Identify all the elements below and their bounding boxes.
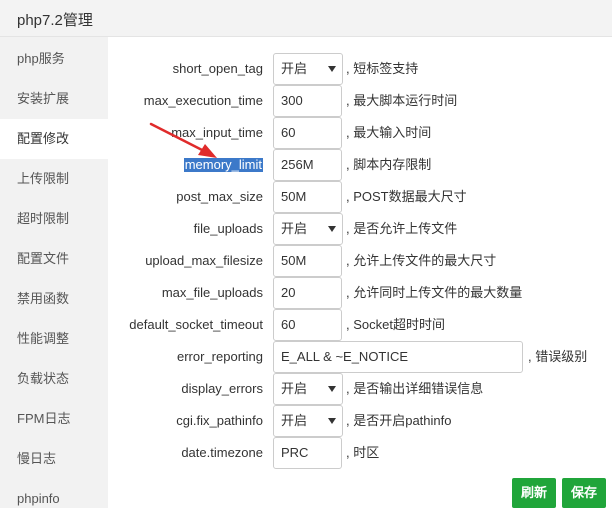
upload-max-filesize-input[interactable]: 50M [273,245,342,277]
config-description: , 允许上传文件的最大尺寸 [346,253,497,268]
refresh-button[interactable]: 刷新 [512,478,557,508]
annotation-arrow-icon [149,122,217,158]
config-description: , 允许同时上传文件的最大数量 [346,285,523,300]
config-row-max-execution-time: max_execution_time 300 , 最大脚本运行时间 [108,85,612,117]
sidebar-item-timeout-limit[interactable]: 超时限制 [0,199,108,239]
sidebar-item-fpm-log[interactable]: FPM日志 [0,399,108,439]
config-row-short-open-tag: short_open_tag 开启 , 短标签支持 [108,53,612,85]
config-description: , 最大输入时间 [346,125,432,140]
chevron-down-icon [328,66,336,72]
max-input-time-input[interactable]: 60 [273,117,342,149]
file-uploads-select[interactable]: 开启 [273,213,343,245]
config-row-file-uploads: file_uploads 开启 , 是否允许上传文件 [108,213,612,245]
config-label: default_socket_timeout [129,317,263,332]
memory-limit-input[interactable]: 256M [273,149,342,181]
config-description: , 短标签支持 [346,61,419,76]
window-title: php7.2管理 [17,12,93,29]
save-button[interactable]: 保存 [562,478,607,508]
config-row-post-max-size: post_max_size 50M , POST数据最大尺寸 [108,181,612,213]
config-description: , POST数据最大尺寸 [346,189,467,204]
post-max-size-input[interactable]: 50M [273,181,342,213]
sidebar-item-php-service[interactable]: php服务 [0,39,108,79]
sidebar-item-performance-tuning[interactable]: 性能调整 [0,319,108,359]
select-value: 开启 [281,381,308,396]
config-label: short_open_tag [172,61,263,76]
max-file-uploads-input[interactable]: 20 [273,277,342,309]
config-description: , 脚本内存限制 [346,157,432,172]
config-label: post_max_size [176,189,263,204]
config-row-error-reporting: error_reporting E_ALL & ~E_NOTICE , 错误级别 [108,341,612,373]
sidebar-item-load-status[interactable]: 负载状态 [0,359,108,399]
error-reporting-input[interactable]: E_ALL & ~E_NOTICE [273,341,523,373]
config-label: upload_max_filesize [145,253,263,268]
chevron-down-icon [328,418,336,424]
config-description: , 是否开启pathinfo [346,413,452,428]
select-value: 开启 [281,61,308,76]
max-execution-time-input[interactable]: 300 [273,85,342,117]
config-row-max-file-uploads: max_file_uploads 20 , 允许同时上传文件的最大数量 [108,277,612,309]
config-description: , 最大脚本运行时间 [346,93,458,108]
config-description: , 错误级别 [528,349,588,364]
config-label: display_errors [181,381,263,396]
config-description: , 是否输出详细错误信息 [346,381,484,396]
sidebar-item-phpinfo[interactable]: phpinfo [0,479,108,519]
config-label: date.timezone [181,445,263,460]
cgi-fix-pathinfo-select[interactable]: 开启 [273,405,343,437]
config-description: , 是否允许上传文件 [346,221,458,236]
select-value: 开启 [281,221,308,236]
select-value: 开启 [281,413,308,428]
sidebar-item-config-edit[interactable]: 配置修改 [0,119,108,159]
sidebar-item-upload-limit[interactable]: 上传限制 [0,159,108,199]
window-titlebar: php7.2管理 [0,0,612,37]
sidebar-item-config-file[interactable]: 配置文件 [0,239,108,279]
config-label: error_reporting [177,349,263,364]
config-description: , Socket超时时间 [346,317,445,332]
short-open-tag-select[interactable]: 开启 [273,53,343,85]
sidebar-item-disabled-functions[interactable]: 禁用函数 [0,279,108,319]
display-errors-select[interactable]: 开启 [273,373,343,405]
config-label: max_execution_time [143,93,263,108]
chevron-down-icon [328,226,336,232]
sidebar-item-install-extensions[interactable]: 安装扩展 [0,79,108,119]
config-label: max_file_uploads [161,285,263,300]
config-description: , 时区 [346,445,380,460]
default-socket-timeout-input[interactable]: 60 [273,309,342,341]
date-timezone-input[interactable]: PRC [273,437,342,469]
config-row-default-socket-timeout: default_socket_timeout 60 , Socket超时时间 [108,309,612,341]
config-row-upload-max-filesize: upload_max_filesize 50M , 允许上传文件的最大尺寸 [108,245,612,277]
config-label: cgi.fix_pathinfo [176,413,263,428]
chevron-down-icon [328,386,336,392]
sidebar: php服务 安装扩展 配置修改 上传限制 超时限制 配置文件 禁用函数 性能调整… [0,37,108,508]
sidebar-item-slow-log[interactable]: 慢日志 [0,439,108,479]
config-row-cgi-fix-pathinfo: cgi.fix_pathinfo 开启 , 是否开启pathinfo [108,405,612,437]
config-row-display-errors: display_errors 开启 , 是否输出详细错误信息 [108,373,612,405]
config-panel: short_open_tag 开启 , 短标签支持 max_execution_… [108,37,612,508]
config-label: file_uploads [193,221,263,236]
config-row-date-timezone: date.timezone PRC , 时区 [108,437,612,469]
